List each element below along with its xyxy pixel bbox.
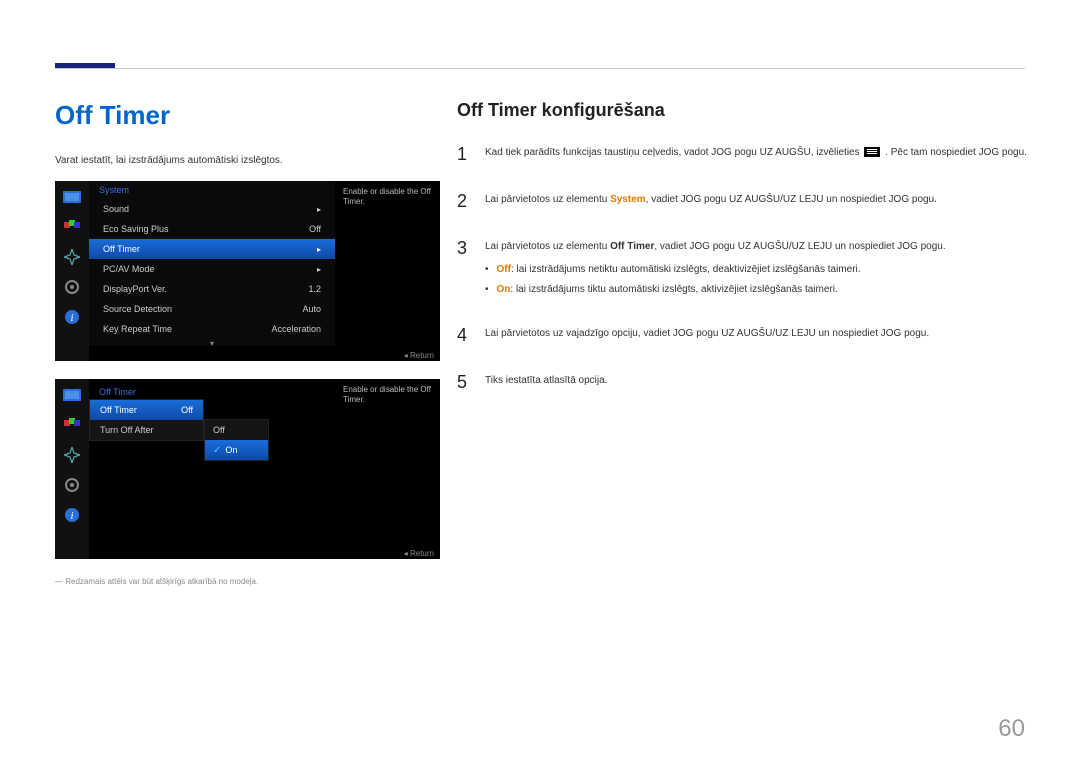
keyword-system: System bbox=[610, 194, 646, 205]
osd-row-pcav: PC/AV Mode▸ bbox=[89, 259, 335, 279]
osd-main-panel: System Sound▸ Eco Saving PlusOff Off Tim… bbox=[89, 181, 335, 346]
header-divider bbox=[55, 68, 1025, 69]
step-2: 2 Lai pārvietotos uz elementu System, va… bbox=[457, 188, 1027, 215]
resize-icon bbox=[62, 247, 82, 267]
osd-dropdown: Off ✓On bbox=[204, 419, 269, 461]
osd-row-source: Source DetectionAuto bbox=[89, 299, 335, 319]
resize-icon bbox=[62, 445, 82, 465]
color-icon bbox=[62, 415, 82, 435]
color-icon bbox=[62, 217, 82, 237]
osd-row-eco: Eco Saving PlusOff bbox=[89, 219, 335, 239]
step-3: 3 Lai pārvietotos uz elementu Off Timer,… bbox=[457, 235, 1027, 302]
osd-row-offtimer: Off Timer▸ bbox=[89, 239, 335, 259]
intro-text: Varat iestatīt, lai izstrādājums automāt… bbox=[55, 155, 440, 166]
osd-hint-text: Enable or disable the Off Timer. bbox=[335, 181, 440, 214]
dropdown-option-off: Off bbox=[205, 420, 268, 440]
check-icon: ✓ bbox=[213, 445, 221, 456]
osd-sidebar: i bbox=[55, 379, 89, 559]
step-body: Tiks iestatīta atlasītā opcija. bbox=[485, 369, 1027, 396]
page-title: Off Timer bbox=[55, 100, 440, 131]
osd-hint-text: Enable or disable the Off Timer. bbox=[335, 379, 440, 412]
step-body: Lai pārvietotos uz elementu Off Timer, v… bbox=[485, 235, 1027, 302]
osd-return-label: ◂ Return bbox=[404, 351, 434, 360]
step-number: 4 bbox=[457, 322, 471, 349]
osd-sub-panel: Off TimerOff Turn Off After bbox=[89, 399, 204, 441]
osd-screenshot-offtimer: i Off Timer Off TimerOff Turn Off After … bbox=[55, 379, 440, 559]
bullet-on: •On: lai izstrādājums tiktu automātiski … bbox=[485, 282, 1027, 297]
gear-icon bbox=[62, 475, 82, 495]
osd-row-offtimer-sub: Off TimerOff bbox=[90, 400, 203, 420]
svg-text:i: i bbox=[70, 312, 73, 324]
step-body: Lai pārvietotos uz elementu System, vadi… bbox=[485, 188, 1027, 215]
section-title: Off Timer konfigurēšana bbox=[457, 100, 1027, 121]
osd-row-sound: Sound▸ bbox=[89, 199, 335, 219]
menu-icon bbox=[864, 147, 880, 157]
bullet-dot-icon: • bbox=[485, 262, 489, 277]
bullet-dot-icon: • bbox=[485, 282, 489, 297]
step-list: 1 Kad tiek parādīts funkcijas taustiņu c… bbox=[457, 141, 1027, 396]
right-column: Off Timer konfigurēšana 1 Kad tiek parād… bbox=[457, 100, 1027, 416]
page-number: 60 bbox=[998, 715, 1025, 743]
osd-screenshot-system: i System Sound▸ Eco Saving PlusOff Off T… bbox=[55, 181, 440, 361]
step-number: 1 bbox=[457, 141, 471, 168]
bullet-off: •Off: lai izstrādājums netiktu automātis… bbox=[485, 262, 1027, 277]
image-disclaimer-note: ― Redzamais attēls var būt atšķirīgs atk… bbox=[55, 577, 440, 586]
step-number: 2 bbox=[457, 188, 471, 215]
svg-text:i: i bbox=[70, 510, 73, 522]
step-body: Lai pārvietotos uz vajadzīgo opciju, vad… bbox=[485, 322, 1027, 349]
osd-row-turnoffafter: Turn Off After bbox=[90, 420, 203, 440]
info-icon: i bbox=[62, 307, 82, 327]
osd-return-label: ◂ Return bbox=[404, 549, 434, 558]
osd-row-dp: DisplayPort Ver.1.2 bbox=[89, 279, 335, 299]
bullet-list: •Off: lai izstrādājums netiktu automātis… bbox=[485, 262, 1027, 297]
chevron-down-icon: ▾ bbox=[89, 339, 335, 348]
osd-row-keyrepeat: Key Repeat TimeAcceleration bbox=[89, 319, 335, 339]
step-1: 1 Kad tiek parādīts funkcijas taustiņu c… bbox=[457, 141, 1027, 168]
step-body: Kad tiek parādīts funkcijas taustiņu ceļ… bbox=[485, 141, 1027, 168]
dropdown-option-on: ✓On bbox=[205, 440, 268, 460]
step-5: 5 Tiks iestatīta atlasītā opcija. bbox=[457, 369, 1027, 396]
picture-icon bbox=[62, 187, 82, 207]
keyword-offtimer: Off Timer bbox=[610, 241, 654, 252]
info-icon: i bbox=[62, 505, 82, 525]
step-number: 3 bbox=[457, 235, 471, 302]
gear-icon bbox=[62, 277, 82, 297]
osd-panel-title: System bbox=[89, 181, 335, 199]
step-number: 5 bbox=[457, 369, 471, 396]
left-column: Off Timer Varat iestatīt, lai izstrādāju… bbox=[55, 100, 440, 586]
picture-icon bbox=[62, 385, 82, 405]
osd-sidebar: i bbox=[55, 181, 89, 361]
step-4: 4 Lai pārvietotos uz vajadzīgo opciju, v… bbox=[457, 322, 1027, 349]
